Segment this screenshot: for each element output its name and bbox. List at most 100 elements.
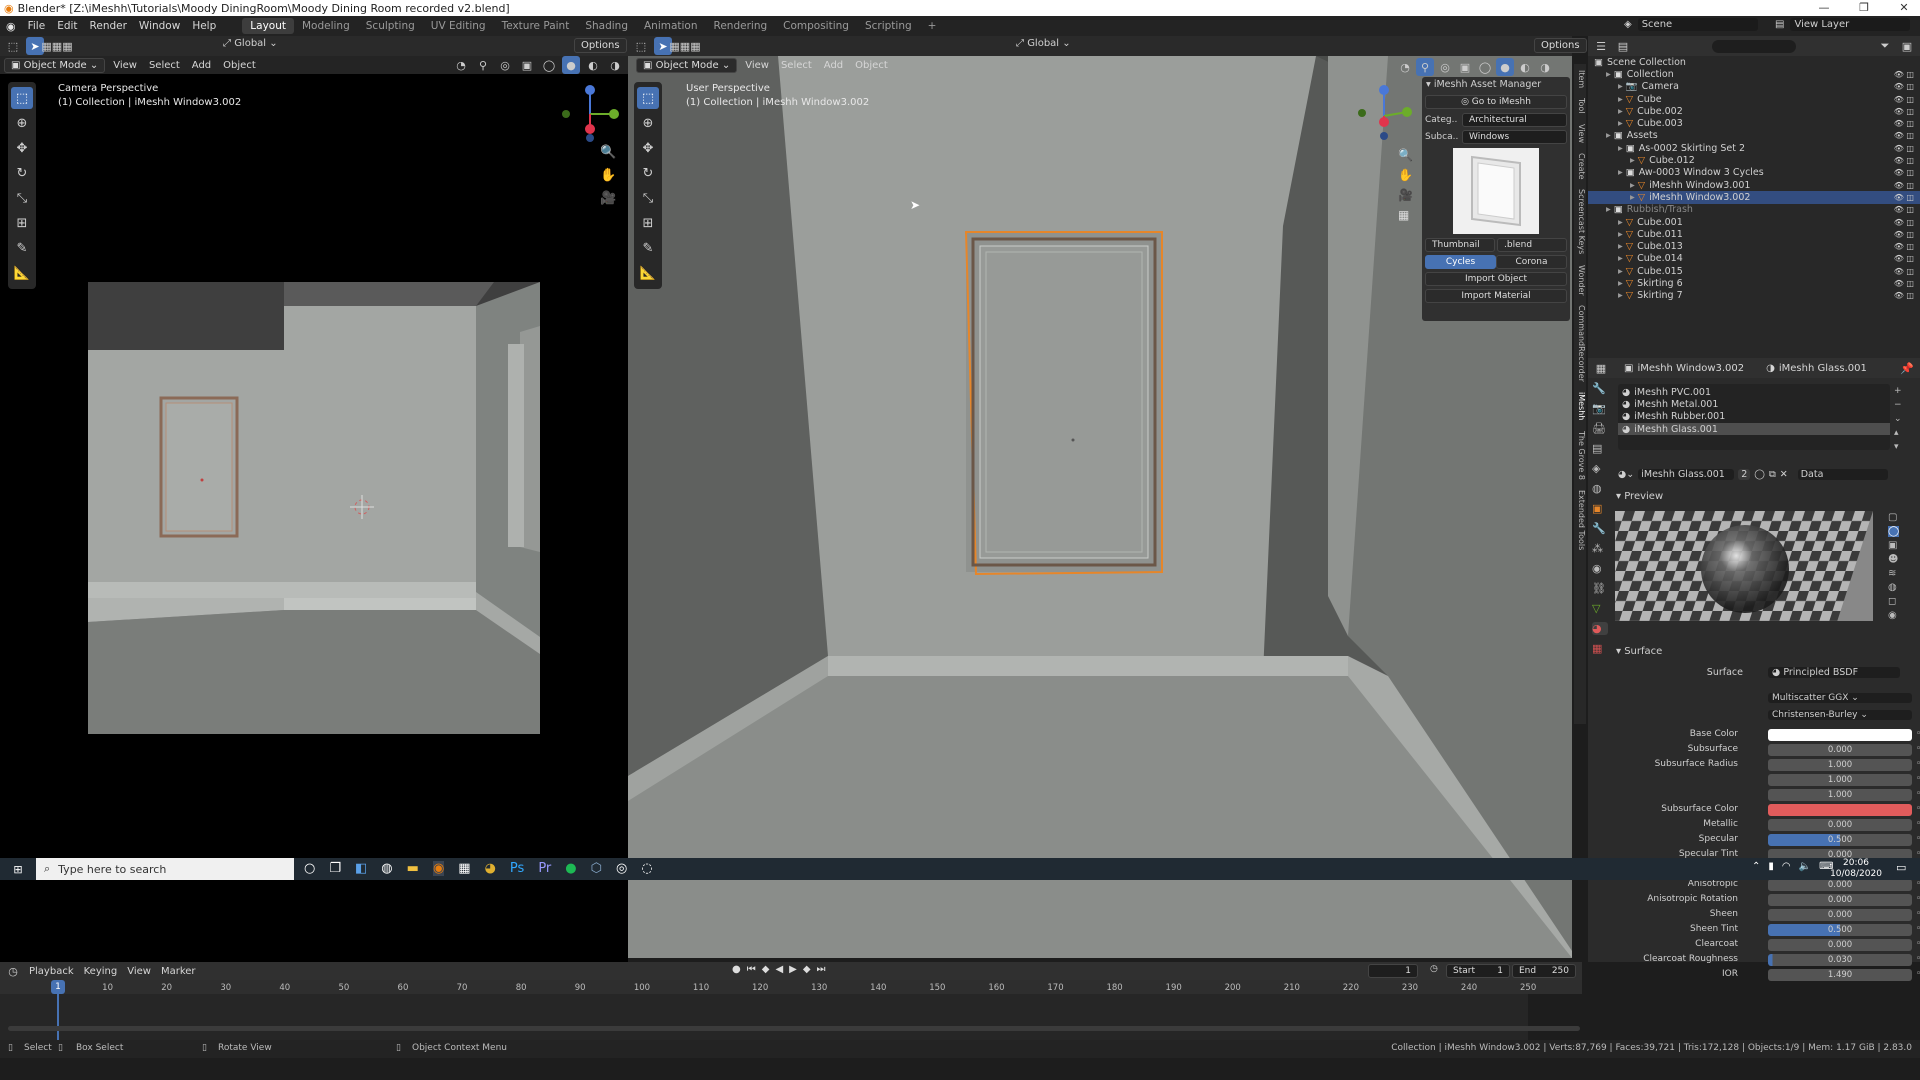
timeline-playback-menu[interactable]: Playback <box>26 966 77 977</box>
view-layer-selector[interactable]: ▤ View Layer <box>1775 18 1911 31</box>
play-reverse-icon[interactable]: ◀ <box>775 964 783 975</box>
new-collection-icon[interactable]: ▣ <box>1898 37 1916 55</box>
tab-animation[interactable]: Animation <box>636 18 706 34</box>
visibility-toggle-icon[interactable]: 👁 ◫ <box>1894 107 1914 116</box>
outliner-display-mode-icon[interactable]: ▤ <box>1614 37 1632 55</box>
expand-arrow-icon[interactable]: ▸ <box>1618 217 1623 228</box>
left-zoom-icon[interactable]: 🔍 <box>600 145 616 160</box>
left-options-button[interactable]: Options <box>574 38 627 53</box>
visibility-toggle-icon[interactable]: 👁 ◫ <box>1894 144 1914 153</box>
preview-hair-icon[interactable]: ≋ <box>1888 568 1899 579</box>
outliner-row[interactable]: ▸ ▽ Cube.012 👁 ◫ <box>1588 154 1920 166</box>
bsdf-property-field[interactable]: 0.000 <box>1768 939 1912 951</box>
end-frame-field[interactable]: End 250 <box>1512 964 1576 978</box>
surface-section-header[interactable]: ▾ Surface <box>1616 646 1662 657</box>
outliner-row[interactable]: ▸ ▣ As-0002 Skirting Set 2 👁 ◫ <box>1588 142 1920 154</box>
engine-corona-button[interactable]: Corona <box>1496 255 1567 269</box>
socket-link-icon[interactable]: ◦ <box>1916 774 1920 784</box>
start-frame-field[interactable]: Start 1 <box>1446 964 1510 978</box>
visibility-toggle-icon[interactable]: 👁 ◫ <box>1894 205 1914 214</box>
visibility-toggle-icon[interactable]: 👁 ◫ <box>1894 267 1914 276</box>
subcategory-dropdown[interactable]: Windows <box>1462 130 1567 144</box>
main-editor-type-icon[interactable]: ⬚ <box>632 37 650 55</box>
tab-uv-editing[interactable]: UV Editing <box>423 18 494 34</box>
tab-rendering[interactable]: Rendering <box>706 18 776 34</box>
task-view-icon[interactable]: ❐ <box>329 861 341 876</box>
world-props-icon[interactable]: ◍ <box>1592 482 1608 495</box>
outliner-row[interactable]: ▸ ▣ Assets 👁 ◫ <box>1588 130 1920 142</box>
main-shading-solid-icon[interactable]: ● <box>1496 58 1514 76</box>
socket-link-icon[interactable]: ◦ <box>1916 759 1920 769</box>
modifier-props-icon[interactable]: 🔧 <box>1592 522 1608 535</box>
tab-shading[interactable]: Shading <box>577 18 636 34</box>
preview-cube-icon[interactable]: ▣ <box>1888 540 1899 551</box>
left-pan-icon[interactable]: ✋ <box>600 168 616 183</box>
material-slot-active[interactable]: ◕ iMeshh Glass.001 <box>1618 422 1890 436</box>
remove-slot-icon[interactable]: − <box>1894 400 1902 410</box>
move-up-icon[interactable]: ▴ <box>1894 428 1902 438</box>
preview-section-header[interactable]: ▾ Preview <box>1616 491 1663 502</box>
visibility-toggle-icon[interactable]: 👁 ◫ <box>1894 168 1914 177</box>
bsdf-property-field[interactable] <box>1768 804 1912 816</box>
tray-expand-icon[interactable]: ⌃ <box>1752 861 1760 872</box>
left-visibility-icon[interactable]: ◔ <box>452 56 470 74</box>
outliner-row[interactable]: ▸ ▽ Cube.013 👁 ◫ <box>1588 240 1920 252</box>
bsdf-property-field[interactable]: 0.000 <box>1768 744 1912 756</box>
outliner-row[interactable]: ▸ ▣ Aw-0003 Window 3 Cycles 👁 ◫ <box>1588 167 1920 179</box>
object-props-icon[interactable]: ▣ <box>1592 502 1608 515</box>
main-shading-material-icon[interactable]: ◐ <box>1516 58 1534 76</box>
left-camera-icon[interactable]: 🎥 <box>600 191 616 206</box>
clock[interactable]: 20:06 10/08/2020 <box>1826 858 1886 880</box>
duplicate-material-icon[interactable]: ⧉ <box>1769 469 1776 480</box>
visibility-toggle-icon[interactable]: 👁 ◫ <box>1894 156 1914 165</box>
fake-user-icon[interactable]: ◯ <box>1754 469 1765 480</box>
blend-toggle[interactable]: .blend <box>1497 238 1567 252</box>
expand-arrow-icon[interactable]: ▸ <box>1630 180 1635 191</box>
engine-cycles-button[interactable]: Cycles <box>1425 255 1496 269</box>
menu-render[interactable]: Render <box>84 20 133 32</box>
outliner-editor-icon[interactable]: ☰ <box>1592 37 1610 55</box>
file-explorer-icon[interactable]: ▬ <box>407 861 419 876</box>
blender-taskbar-icon[interactable]: ◉ <box>432 861 445 876</box>
left-scale-tool[interactable]: ⤡ <box>11 187 33 209</box>
visibility-toggle-icon[interactable]: 👁 ◫ <box>1894 242 1914 251</box>
tab-tool[interactable]: Tool <box>1574 98 1586 114</box>
main-menu-add[interactable]: Add <box>820 60 847 71</box>
outliner-row[interactable]: ▸ ▽ Cube.002 👁 ◫ <box>1588 105 1920 117</box>
tool-props-icon[interactable]: 🔧 <box>1592 382 1608 395</box>
maximize-button[interactable]: ❐ <box>1848 0 1880 16</box>
record-icon[interactable]: ● <box>732 964 741 975</box>
socket-link-icon[interactable]: ◦ <box>1916 909 1920 919</box>
expand-arrow-icon[interactable]: ▸ <box>1618 118 1623 129</box>
visibility-toggle-icon[interactable]: 👁 ◫ <box>1894 119 1914 128</box>
scene-selector[interactable]: ◈ Scene <box>1624 18 1758 31</box>
preview-sphere-icon[interactable]: ◯ <box>1888 526 1900 537</box>
tab-imeshh[interactable]: iMeshh <box>1574 392 1586 420</box>
material-slot[interactable]: ◕ iMeshh Metal.001 <box>1618 398 1890 410</box>
notifications-icon[interactable]: ▭ <box>1896 861 1906 874</box>
timeline-marker-menu[interactable]: Marker <box>158 966 199 977</box>
outliner-row[interactable]: ▸ 📷 Camera 👁 ◫ <box>1588 81 1920 93</box>
preview-shader-ball-icon[interactable]: ◍ <box>1888 582 1899 593</box>
left-annotate-tool[interactable]: ✎ <box>11 237 33 259</box>
tab-command-recorder[interactable]: CommandRecorder <box>1574 305 1586 382</box>
outliner-row[interactable]: ▸ ▽ iMeshh Window3.001 👁 ◫ <box>1588 179 1920 191</box>
bsdf-property-field[interactable]: 1.000 <box>1768 759 1912 771</box>
timeline-editor-icon[interactable]: ◷ <box>4 962 22 980</box>
timeline-keying-menu[interactable]: Keying <box>81 966 121 977</box>
bsdf-property-field[interactable]: 0.000 <box>1768 909 1912 921</box>
socket-link-icon[interactable]: ◦ <box>1916 879 1920 889</box>
expand-arrow-icon[interactable]: ▸ <box>1630 192 1635 203</box>
editor-type-icon[interactable]: ⬚ <box>4 37 22 55</box>
visibility-toggle-icon[interactable]: 👁 ◫ <box>1894 254 1914 263</box>
transform-orientation[interactable]: ⤢ Global ⌄ <box>223 38 278 49</box>
left-object-mode-dropdown[interactable]: ▣ Object Mode ⌄ <box>4 57 106 73</box>
preview-range-icon[interactable]: ◷ <box>1430 964 1438 974</box>
obs-icon[interactable]: ◎ <box>616 861 627 876</box>
visibility-toggle-icon[interactable]: 👁 ◫ <box>1894 82 1914 91</box>
import-object-button[interactable]: Import Object <box>1425 272 1567 286</box>
expand-arrow-icon[interactable]: ▸ <box>1618 229 1623 240</box>
scene-props-icon[interactable]: ◈ <box>1592 462 1608 475</box>
left-select-box-tool[interactable]: ⬚ <box>11 87 33 109</box>
menu-window[interactable]: Window <box>133 20 186 32</box>
